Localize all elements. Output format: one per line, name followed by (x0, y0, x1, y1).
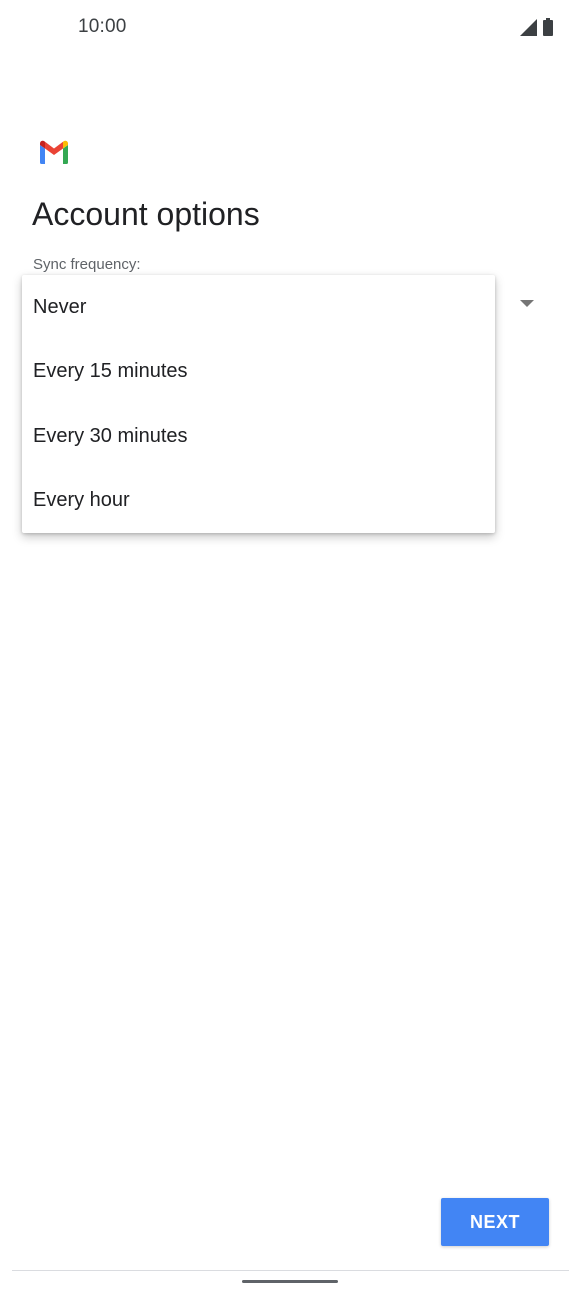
bottom-divider (12, 1270, 569, 1271)
next-button[interactable]: NEXT (441, 1198, 549, 1246)
status-time: 10:00 (78, 16, 127, 37)
gesture-nav-handle[interactable] (242, 1280, 338, 1283)
option-every-hour[interactable]: Every hour (22, 469, 495, 534)
option-every-30-minutes[interactable]: Every 30 minutes (22, 404, 495, 469)
status-bar: 10:00 (0, 0, 581, 56)
sync-frequency-label: Sync frequency: (33, 256, 141, 273)
gmail-logo (38, 140, 70, 164)
battery-icon (543, 18, 553, 41)
page-title: Account options (32, 196, 260, 232)
option-every-15-minutes[interactable]: Every 15 minutes (22, 340, 495, 405)
dropdown-arrow-icon[interactable] (520, 300, 534, 307)
option-never[interactable]: Never (22, 275, 495, 340)
sync-frequency-dropdown: Never Every 15 minutes Every 30 minutes … (22, 275, 495, 533)
status-icons (520, 18, 553, 41)
signal-icon (520, 19, 537, 41)
